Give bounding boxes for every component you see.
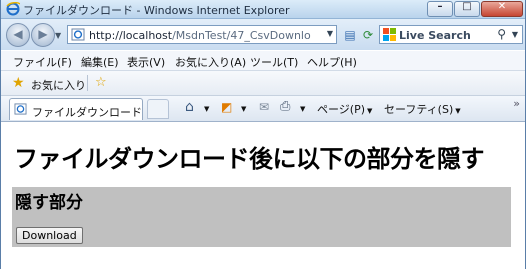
search-icon[interactable]: ⚲ xyxy=(497,27,506,41)
tab-file-download[interactable]: ファイルダウンロード xyxy=(9,98,143,120)
safety-menu-button[interactable]: セーフティ(S) ▼ xyxy=(384,101,461,117)
address-input[interactable]: http://localhost/MsdnTest/47_CsvDownloa … xyxy=(67,25,337,44)
favorites-bar: ★ お気に入り ☆ xyxy=(1,71,525,96)
feeds-icon[interactable]: ◩ xyxy=(221,100,232,114)
add-favorite-icon[interactable]: ☆ xyxy=(95,75,107,90)
menu-favorites[interactable]: お気に入り(A) xyxy=(175,54,246,70)
live-search-logo-icon xyxy=(383,28,396,41)
page-heading: ファイルダウンロード後に以下の部分を隠す xyxy=(14,145,485,173)
print-dropdown-icon[interactable]: ▼ xyxy=(300,105,305,113)
back-arrow-icon: ◀ xyxy=(13,27,23,41)
window-controls: – □ ✕ xyxy=(426,1,523,17)
toolbar-divider xyxy=(87,75,88,91)
feeds-dropdown-icon[interactable]: ▼ xyxy=(241,105,246,113)
back-button[interactable]: ◀ xyxy=(6,23,30,47)
minimize-icon: – xyxy=(437,1,443,12)
maximize-button[interactable]: □ xyxy=(454,1,480,17)
menu-edit[interactable]: 編集(E) xyxy=(81,54,119,70)
hidden-section: 隠す部分 Download xyxy=(12,187,511,247)
home-dropdown-icon[interactable]: ▼ xyxy=(204,105,209,113)
recent-pages-dropdown-icon[interactable]: ▼ xyxy=(55,31,61,40)
menu-file[interactable]: ファイル(F) xyxy=(13,54,72,70)
refresh-icon[interactable]: ⟳ xyxy=(360,27,376,43)
search-placeholder: Live Search xyxy=(399,29,471,42)
menu-view[interactable]: 表示(V) xyxy=(127,54,165,70)
home-icon[interactable]: ⌂ xyxy=(185,99,194,115)
compatibility-icon[interactable]: ▤ xyxy=(342,27,358,43)
favorites-button[interactable]: お気に入り xyxy=(31,77,86,93)
forward-button[interactable]: ▶ xyxy=(31,23,55,47)
menu-bar: ファイル(F) 編集(E) 表示(V) お気に入り(A) ツール(T) ヘルプ(… xyxy=(1,51,525,71)
page-content: ファイルダウンロード後に以下の部分を隠す 隠す部分 Download xyxy=(2,122,524,269)
internet-explorer-icon xyxy=(6,2,20,16)
hidden-section-heading: 隠す部分 xyxy=(15,193,83,213)
safety-dropdown-icon: ▼ xyxy=(455,107,461,115)
menu-help[interactable]: ヘルプ(H) xyxy=(307,54,357,70)
page-menu-button[interactable]: ページ(P) ▼ xyxy=(317,101,372,117)
command-bar: ファイルダウンロード ⌂ ▼ ◩ ▼ ✉ ⎙ ▼ ページ(P) ▼ セーフティ(S… xyxy=(1,96,525,122)
print-icon[interactable]: ⎙ xyxy=(280,99,290,114)
page-icon xyxy=(71,28,85,41)
close-icon: ✕ xyxy=(497,1,507,12)
forward-arrow-icon: ▶ xyxy=(38,27,48,41)
window-title: ファイルダウンロード - Windows Internet Explorer xyxy=(23,4,290,17)
close-button[interactable]: ✕ xyxy=(481,1,523,17)
toolbar-overflow-icon[interactable]: » xyxy=(513,97,520,110)
title-bar: ファイルダウンロード - Windows Internet Explorer –… xyxy=(1,0,525,19)
address-url: http://localhost/MsdnTest/47_CsvDownloa xyxy=(89,29,311,42)
search-dropdown-icon[interactable]: ▼ xyxy=(512,30,518,39)
address-dropdown-icon[interactable]: ▼ xyxy=(327,29,333,38)
mail-icon[interactable]: ✉ xyxy=(259,100,269,114)
menu-tools[interactable]: ツール(T) xyxy=(250,54,298,70)
page-icon xyxy=(14,103,27,115)
favorites-star-icon[interactable]: ★ xyxy=(12,75,25,91)
download-button[interactable]: Download xyxy=(16,227,83,244)
browser-window: ファイルダウンロード - Windows Internet Explorer –… xyxy=(0,0,526,269)
search-input[interactable]: Live Search ⚲ ▼ xyxy=(379,25,523,44)
maximize-icon: □ xyxy=(462,1,472,12)
address-bar: ◀ ▶ ▼ http://localhost/MsdnTest/47_CsvDo… xyxy=(1,19,525,50)
page-dropdown-icon: ▼ xyxy=(367,107,373,115)
minimize-button[interactable]: – xyxy=(427,1,453,17)
new-tab-button[interactable] xyxy=(147,99,169,119)
tab-label: ファイルダウンロード xyxy=(32,106,142,119)
